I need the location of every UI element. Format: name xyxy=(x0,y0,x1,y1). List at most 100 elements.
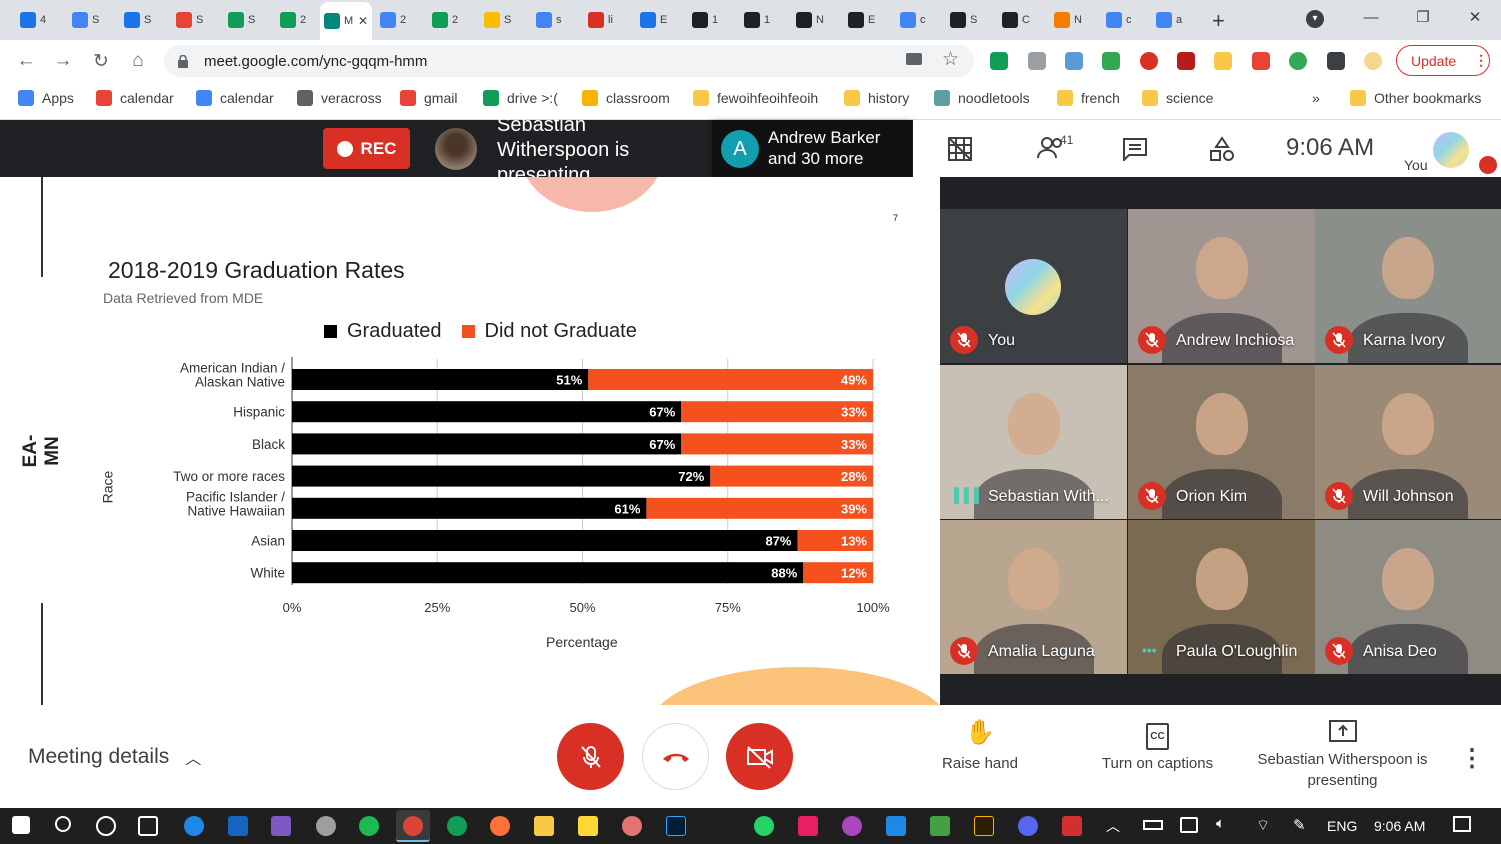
discord-icon[interactable] xyxy=(1018,816,1038,836)
photoshop-icon[interactable] xyxy=(666,816,686,836)
address-bar[interactable]: meet.google.com/ync-gqqm-hmm xyxy=(164,45,974,77)
settings-icon[interactable] xyxy=(316,816,336,836)
extension-icon[interactable] xyxy=(1065,52,1083,70)
home-icon[interactable]: ⌂ xyxy=(126,49,150,73)
app-icon[interactable] xyxy=(622,816,642,836)
tray-chevron-icon[interactable]: ︿ xyxy=(1106,816,1120,836)
search-icon[interactable] xyxy=(55,816,71,832)
participant-tile[interactable]: Will Johnson xyxy=(1315,365,1501,519)
participant-tile[interactable]: ••• Paula O'Loughlin xyxy=(1128,520,1315,674)
participant-tile[interactable]: Anisa Deo xyxy=(1315,520,1501,674)
meeting-details-button[interactable]: Meeting details ︿ xyxy=(28,745,201,769)
app-icon[interactable] xyxy=(842,816,862,836)
browser-tab[interactable]: 4 xyxy=(12,4,58,36)
cortana-icon[interactable] xyxy=(96,816,116,836)
bookmark-item[interactable]: science xyxy=(1142,90,1213,106)
bookmark-item[interactable]: veracross xyxy=(297,90,382,106)
browser-tab[interactable]: S xyxy=(220,4,266,36)
close-icon[interactable]: ✕ xyxy=(1449,0,1501,34)
captions-button[interactable]: CC Turn on captions xyxy=(1090,722,1225,774)
drive-extension-icon[interactable] xyxy=(990,52,1008,70)
windows-start-icon[interactable] xyxy=(12,816,30,834)
app-icon[interactable] xyxy=(1062,816,1082,836)
battery-icon[interactable] xyxy=(1143,820,1163,830)
browser-tab[interactable]: li xyxy=(580,4,626,36)
notifications-icon[interactable] xyxy=(1453,816,1471,832)
ublock-icon[interactable] xyxy=(1177,52,1195,70)
participant-tile[interactable]: Orion Kim xyxy=(1128,365,1315,519)
spotify-icon[interactable] xyxy=(359,816,379,836)
present-now-button[interactable]: Sebastian Witherspoon is presenting xyxy=(1255,720,1430,791)
wifi-icon[interactable]: ⌔ xyxy=(1256,816,1270,835)
extension-icon[interactable] xyxy=(1252,52,1270,70)
browser-tab[interactable]: M ✕ xyxy=(320,2,372,40)
browser-tab[interactable]: a xyxy=(1148,4,1194,36)
camera-off-button[interactable] xyxy=(726,723,793,790)
tab-close-icon[interactable]: ✕ xyxy=(358,14,368,28)
edge-icon[interactable] xyxy=(184,816,204,836)
participant-tile[interactable]: Andrew Inchiosa xyxy=(1128,209,1315,363)
bookmark-item[interactable]: gmail xyxy=(400,90,457,106)
leave-call-button[interactable] xyxy=(642,723,709,790)
new-tab-button[interactable]: + xyxy=(1212,8,1225,34)
bookmark-item[interactable]: drive >:( xyxy=(483,90,558,106)
minimize-icon[interactable]: — xyxy=(1345,0,1397,34)
back-icon[interactable]: ← xyxy=(14,49,38,73)
extension-icon[interactable] xyxy=(1028,52,1046,70)
activities-icon[interactable] xyxy=(1209,136,1235,167)
browser-tab[interactable]: s xyxy=(528,4,574,36)
mic-off-button[interactable] xyxy=(557,723,624,790)
file-explorer-icon[interactable] xyxy=(534,816,554,836)
self-avatar[interactable] xyxy=(1433,132,1469,168)
browser-tab[interactable]: S xyxy=(942,4,988,36)
whatsapp-icon[interactable] xyxy=(754,816,774,836)
chrome-profile-icon[interactable] xyxy=(447,816,467,836)
other-bookmarks-folder[interactable]: Other bookmarks xyxy=(1350,90,1481,106)
sticky-notes-icon[interactable] xyxy=(578,816,598,836)
reload-icon[interactable]: ↻ xyxy=(89,49,113,73)
tab-search-icon[interactable]: ▾ xyxy=(1306,10,1324,28)
participant-tile[interactable]: Amalia Laguna xyxy=(940,520,1127,674)
extension-icon[interactable] xyxy=(1102,52,1120,70)
update-button[interactable]: Update ⋮ xyxy=(1396,45,1490,76)
participant-tile[interactable]: ▌▌▌ Sebastian With... xyxy=(940,365,1127,519)
bookmark-item[interactable]: Apps xyxy=(18,90,74,106)
more-bookmarks-button[interactable]: » xyxy=(1312,90,1320,106)
calendar-app-icon[interactable] xyxy=(228,816,248,836)
browser-tab[interactable]: N xyxy=(1046,4,1092,36)
app-icon[interactable] xyxy=(271,816,291,836)
bridge-icon[interactable] xyxy=(974,816,994,836)
bookmark-item[interactable]: fewoihfeoihfeoih xyxy=(693,90,818,106)
browser-tab[interactable]: C xyxy=(994,4,1040,36)
layout-grid-icon[interactable] xyxy=(947,136,973,167)
participant-tile[interactable]: Karna Ivory xyxy=(1315,209,1501,363)
raise-hand-button[interactable]: ✋ Raise hand xyxy=(935,721,1025,774)
chrome-icon[interactable] xyxy=(403,816,423,836)
browser-tab[interactable]: E xyxy=(632,4,678,36)
browser-tab[interactable]: S xyxy=(116,4,162,36)
browser-tab[interactable]: 1 xyxy=(736,4,782,36)
firefox-icon[interactable] xyxy=(490,816,510,836)
extension-icon[interactable] xyxy=(1214,52,1232,70)
profile-icon[interactable] xyxy=(1364,52,1382,70)
browser-tab[interactable]: c xyxy=(1098,4,1144,36)
tray-app-icon[interactable] xyxy=(1180,817,1198,833)
bookmark-item[interactable]: calendar xyxy=(96,90,174,106)
app-icon[interactable] xyxy=(886,816,906,836)
browser-tab[interactable]: S xyxy=(64,4,110,36)
browser-tab[interactable]: 2 xyxy=(372,4,418,36)
task-view-icon[interactable] xyxy=(138,816,158,836)
browser-tab[interactable]: 2 xyxy=(272,4,318,36)
language-indicator[interactable]: ENG xyxy=(1327,818,1357,834)
browser-tab[interactable]: N xyxy=(788,4,834,36)
app-icon[interactable] xyxy=(798,816,818,836)
browser-tab[interactable]: S xyxy=(476,4,522,36)
bookmark-item[interactable]: french xyxy=(1057,90,1120,106)
extensions-puzzle-icon[interactable] xyxy=(1327,52,1345,70)
browser-tab[interactable]: S xyxy=(168,4,214,36)
restore-icon[interactable]: ❐ xyxy=(1397,0,1449,34)
extension-icon[interactable] xyxy=(1289,52,1307,70)
minecraft-icon[interactable] xyxy=(930,816,950,836)
participant-tile[interactable]: You xyxy=(940,209,1127,363)
bookmark-item[interactable]: noodletools xyxy=(934,90,1030,106)
